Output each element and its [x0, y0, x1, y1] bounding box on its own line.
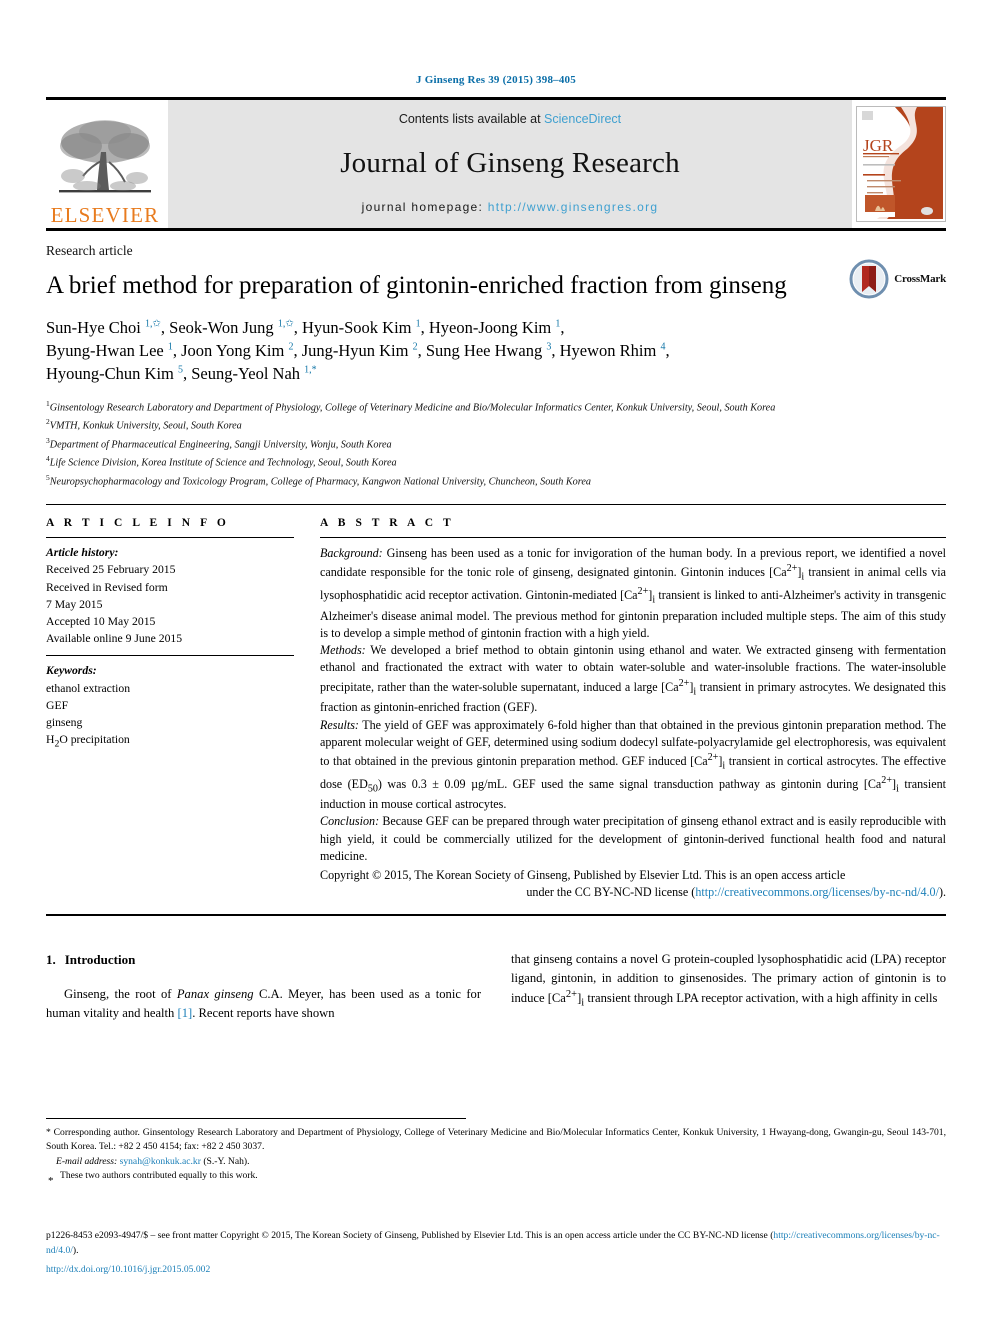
journal-homepage-line: journal homepage: http://www.ginsengres.… [362, 200, 659, 214]
affiliation-item: 2VMTH, Konkuk University, Seoul, South K… [46, 417, 242, 432]
affiliation-text: Life Science Division, Korea Institute o… [49, 457, 397, 469]
article-history-label: Article history: [46, 546, 119, 560]
elsevier-tree-icon [59, 120, 151, 193]
issn-suffix: ). [72, 1245, 79, 1257]
cc-license-link[interactable]: http://creativecommons.org/licenses/by-n… [695, 885, 939, 899]
equal-contribution-note: * These two authors contributed equally … [46, 1169, 946, 1187]
history-revised-date: 7 May 2015 [46, 597, 103, 611]
affiliation-item: 1Ginsentology Research Laboratory and De… [46, 398, 776, 414]
affiliation-item: 4Life Science Division, Korea Institute … [46, 454, 397, 469]
crossmark-icon [849, 259, 889, 299]
intro-text-a: Ginseng, the root of [64, 987, 177, 1002]
crossmark-badge[interactable]: CrossMark [849, 259, 946, 299]
article-history-group: Article history: Received 25 February 20… [46, 538, 294, 655]
intro-paragraph-right: that ginseng contains a novel G protein-… [511, 952, 946, 1010]
contents-prefix: Contents lists available at [398, 112, 545, 126]
footnote-block: * Corresponding author. Ginsentology Res… [46, 1126, 946, 1187]
footnote-separator-rule [46, 1118, 466, 1119]
abstract-body: Background: Ginseng has been used as a t… [320, 538, 946, 901]
copyright-license-suffix: ). [938, 885, 946, 900]
section-number: 1. [46, 952, 56, 968]
affiliation-item: 3Department of Pharmaceutical Engineerin… [46, 435, 392, 451]
abstract-results-label: Results: [320, 717, 359, 732]
keywords-label: Keywords: [46, 664, 97, 678]
running-head: J Ginseng Res 39 (2015) 398–405 [416, 74, 576, 86]
article-first-page: J Ginseng Res 39 (2015) 398–405 ELSEVIER… [0, 0, 992, 1323]
page-title: A brief method for preparation of ginton… [46, 272, 787, 299]
issn-text: p1226-8453 e2093-4947/$ – see front matt… [46, 1230, 774, 1241]
keyword-item: GEF [46, 698, 69, 712]
affiliation-text: Neuropsychopharmacology and Toxicology P… [49, 476, 591, 488]
contents-available-line: Contents lists available at ScienceDirec… [399, 112, 621, 126]
affiliation-text: Department of Pharmaceutical Engineering… [49, 439, 392, 451]
author-line-1: Sun-Hye Choi 1,✩, Seok-Won Jung 1,✩, Hyu… [46, 317, 565, 337]
homepage-prefix: journal homepage: [361, 200, 488, 214]
article-body: 1. Introduction Ginseng, the root of Pana… [46, 950, 946, 1022]
history-online: Available online 9 June 2015 [46, 632, 183, 646]
keywords-group: Keywords: ethanol extraction GEF ginseng… [46, 656, 294, 759]
info-block-bottom-rule [46, 914, 946, 917]
article-info-column: A R T I C L E I N F O Article history: R… [46, 517, 294, 901]
abstract-copyright: Copyright © 2015, The Korean Society of … [320, 867, 946, 901]
crossmark-label: CrossMark [894, 273, 946, 285]
sciencedirect-link[interactable]: ScienceDirect [544, 112, 621, 126]
abstract-background: Background: Ginseng has been used as a t… [320, 546, 947, 641]
body-column-right: that ginseng contains a novel G protein-… [511, 950, 946, 1022]
abstract-heading: A B S T R A C T [320, 517, 455, 530]
journal-masthead: ELSEVIER Contents lists available at Sci… [46, 97, 946, 228]
reference-link-1[interactable]: [1] [178, 1006, 193, 1020]
intro-text-c: . Recent reports have shown [192, 1005, 335, 1020]
email-link[interactable]: synah@konkuk.ac.kr [120, 1156, 201, 1167]
abstract-background-label: Background: [320, 546, 383, 561]
journal-cover-thumbnail: JGR [856, 106, 946, 222]
equal-contribution-marker: * [48, 1175, 54, 1188]
doi-link[interactable]: http://dx.doi.org/10.1016/j.jgr.2015.05.… [46, 1264, 210, 1275]
abstract-results: Results: The yield of GEF was approximat… [320, 717, 947, 812]
affiliation-text: VMTH, Konkuk University, Seoul, South Ko… [49, 420, 242, 432]
body-column-left: 1. Introduction Ginseng, the root of Pana… [46, 950, 481, 1022]
copyright-line-1: Copyright © 2015, The Korean Society of … [320, 868, 846, 882]
history-revised: Received in Revised form [46, 580, 168, 594]
keyword-item: ginseng [46, 716, 83, 730]
history-accepted: Accepted 10 May 2015 [46, 615, 156, 629]
section-heading-introduction: 1. Introduction [46, 950, 481, 969]
journal-cover-art: JGR [857, 107, 943, 219]
journal-title: Journal of Ginseng Research [340, 146, 680, 179]
svg-text:JGR: JGR [863, 136, 894, 155]
elsevier-wordmark: ELSEVIER [50, 203, 160, 227]
intro-paragraph-left: Ginseng, the root of Panax ginseng C.A. … [46, 985, 481, 1022]
history-received: Received 25 February 2015 [46, 563, 176, 577]
abstract-column: A B S T R A C T Background: Ginseng has … [320, 517, 946, 901]
abstract-methods-label: Methods: [320, 643, 366, 658]
email-note: E-mail address: synah@konkuk.ac.kr (S.-Y… [46, 1155, 946, 1169]
copyright-license-prefix: under the CC BY-NC-ND license ( [526, 885, 696, 900]
info-abstract-block: A R T I C L E I N F O Article history: R… [46, 505, 946, 901]
author-line-3: Hyoung-Chun Kim 5, Seung-Yeol Nah 1,* [46, 364, 317, 384]
masthead-center-panel: Contents lists available at ScienceDirec… [168, 100, 852, 228]
affiliation-text: Ginsentology Research Laboratory and Dep… [49, 402, 776, 414]
abstract-conclusion-label: Conclusion: [320, 814, 380, 829]
author-line-2: Byung-Hwan Lee 1, Joon Yong Kim 2, Jung-… [46, 340, 670, 360]
keyword-item: ethanol extraction [46, 681, 131, 695]
equal-contribution-text: These two authors contributed equally to… [60, 1170, 258, 1182]
affiliation-item: 5Neuropsychopharmacology and Toxicology … [46, 472, 591, 488]
email-label: E-mail address: [56, 1155, 118, 1167]
article-header: Research article A brief method for prep… [46, 231, 946, 386]
section-title: Introduction [64, 952, 136, 968]
article-type-label: Research article [46, 243, 133, 258]
issn-copyright-line: p1226-8453 e2093-4947/$ – see front matt… [46, 1228, 946, 1259]
abstract-methods: Methods: We developed a brief method to … [320, 643, 947, 715]
keyword-item: H2O precipitation [46, 733, 130, 750]
elsevier-logo: ELSEVIER [46, 100, 164, 228]
author-list: Sun-Hye Choi 1,✩, Seok-Won Jung 1,✩, Hyu… [46, 316, 836, 386]
corresponding-author-note: * Corresponding author. Ginsentology Res… [46, 1127, 946, 1153]
affiliation-list: 1Ginsentology Research Laboratory and De… [46, 398, 946, 491]
email-suffix: (S.-Y. Nah). [200, 1155, 250, 1167]
intro-species-name: Panax ginseng [176, 987, 254, 1002]
homepage-url-link[interactable]: http://www.ginsengres.org [488, 200, 659, 214]
copyright-line-2: under the CC BY-NC-ND license (http://cr… [320, 884, 946, 901]
abstract-conclusion: Conclusion: Because GEF can be prepared … [320, 814, 946, 863]
article-info-heading: A R T I C L E I N F O [46, 517, 230, 530]
